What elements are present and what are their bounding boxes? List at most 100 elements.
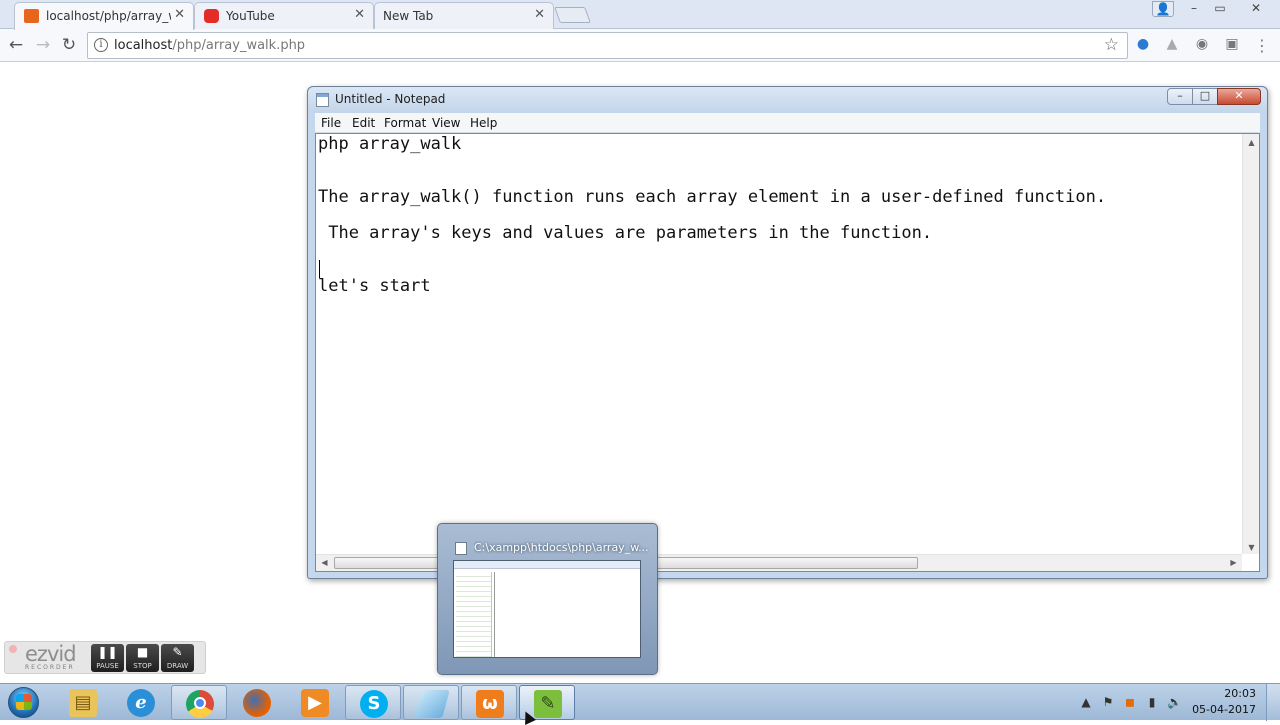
notepad-plus-plus-icon: ✎ bbox=[534, 690, 562, 718]
draw-label: DRAW bbox=[166, 662, 189, 670]
scroll-down-arrow-icon[interactable]: ▼ bbox=[1243, 543, 1260, 552]
thumbnail-window-image[interactable] bbox=[453, 560, 641, 658]
tab-title: YouTube bbox=[226, 9, 275, 23]
thumbnail-title: C:\xampp\htdocs\php\array_w... bbox=[474, 541, 649, 554]
ezvid-recorder-widget: ezvid RECORDER ❚❚ PAUSE ■ STOP ✎ DRAW bbox=[4, 641, 206, 674]
scroll-up-arrow-icon[interactable]: ▲ bbox=[1243, 138, 1260, 147]
info-icon[interactable]: i bbox=[94, 38, 108, 52]
menu-format[interactable]: Format bbox=[384, 116, 426, 130]
thumbnail-divider bbox=[494, 572, 495, 657]
windows-taskbar: ▤ e ▶ S ω ✎ ▲ ⚑ ◼ ▮ 🔈 20:03 05-04-2017 bbox=[0, 683, 1280, 721]
user-profile-icon[interactable]: 👤 bbox=[1152, 1, 1174, 17]
firefox-icon bbox=[243, 689, 271, 717]
bookmark-star-icon[interactable]: ☆ bbox=[1104, 35, 1119, 55]
draw-pencil-icon: ✎ bbox=[172, 645, 183, 659]
taskbar-item-firefox[interactable] bbox=[229, 685, 285, 720]
menu-view[interactable]: View bbox=[432, 116, 460, 130]
reload-button[interactable]: ↻ bbox=[59, 35, 79, 55]
tab-close-icon[interactable]: ✕ bbox=[534, 7, 545, 22]
pause-icon: ❚❚ bbox=[97, 645, 118, 659]
chrome-close-button[interactable]: ✕ bbox=[1245, 1, 1267, 17]
notepad-maximize-button[interactable]: □ bbox=[1192, 88, 1218, 105]
tab-title: localhost/php/array_walk bbox=[46, 9, 171, 23]
show-hidden-icons-icon[interactable]: ▲ bbox=[1079, 695, 1093, 709]
back-button[interactable]: ← bbox=[6, 35, 26, 55]
windows-logo-icon bbox=[16, 694, 32, 710]
scroll-right-arrow-icon[interactable]: ▶ bbox=[1225, 558, 1242, 567]
taskbar-item-internet-explorer[interactable]: e bbox=[113, 685, 169, 720]
tab-close-icon[interactable]: ✕ bbox=[354, 7, 365, 22]
extension-drive-icon[interactable]: ▲ bbox=[1163, 36, 1181, 54]
stop-label: STOP bbox=[133, 662, 152, 670]
taskbar-thumbnail-preview[interactable]: C:\xampp\htdocs\php\array_w... bbox=[437, 523, 658, 675]
chrome-menu-icon[interactable]: ⋮ bbox=[1253, 36, 1271, 55]
notepad-app-icon bbox=[316, 93, 329, 107]
start-button[interactable] bbox=[5, 684, 43, 721]
notepad-title: Untitled - Notepad bbox=[335, 92, 446, 106]
thumbnail-file-tree bbox=[456, 572, 492, 657]
clock-date[interactable]: 05-04-2017 bbox=[1192, 703, 1256, 716]
menu-help[interactable]: Help bbox=[470, 116, 497, 130]
tab-array-walk[interactable]: localhost/php/array_walk ✕ bbox=[14, 2, 194, 30]
record-indicator-icon bbox=[9, 645, 17, 653]
pause-button[interactable]: ❚❚ PAUSE bbox=[91, 644, 124, 672]
pause-label: PAUSE bbox=[96, 662, 119, 670]
extension-box-icon[interactable]: ▣ bbox=[1223, 36, 1241, 54]
chrome-icon bbox=[186, 690, 214, 718]
xampp-favicon-icon bbox=[24, 9, 39, 23]
text-line: The array's keys and values are paramete… bbox=[318, 223, 933, 243]
youtube-favicon-icon bbox=[204, 9, 219, 23]
text-line: The array_walk() function runs each arra… bbox=[318, 187, 1107, 207]
stop-button[interactable]: ■ STOP bbox=[126, 644, 159, 672]
notepad-plus-plus-icon bbox=[455, 542, 467, 555]
extension-globe-icon[interactable]: ● bbox=[1134, 36, 1152, 54]
tab-title: New Tab bbox=[383, 9, 434, 23]
url-text: localhost/php/array_walk.php bbox=[114, 38, 305, 53]
taskbar-item-media-player[interactable]: ▶ bbox=[287, 685, 343, 720]
taskbar-item-skype[interactable]: S bbox=[345, 685, 401, 720]
clock-time[interactable]: 20:03 bbox=[1224, 687, 1256, 700]
extension-camera-icon[interactable]: ◉ bbox=[1193, 36, 1211, 54]
office-icon[interactable]: ◼ bbox=[1123, 695, 1137, 709]
ezvid-logo: ezvid bbox=[25, 642, 77, 666]
chrome-maximize-button[interactable]: ▭ bbox=[1210, 1, 1230, 17]
browser-toolbar: ← → ↻ i localhost/php/array_walk.php ☆ ●… bbox=[0, 29, 1280, 62]
notepad-text-area[interactable]: php array_walk The array_walk() function… bbox=[315, 133, 1260, 572]
notepad-title-bar[interactable]: Untitled - Notepad – □ ✕ bbox=[308, 87, 1267, 113]
chrome-minimize-button[interactable]: – bbox=[1184, 1, 1204, 17]
forward-button[interactable]: → bbox=[33, 35, 53, 55]
notepad-content[interactable]: php array_walk The array_walk() function… bbox=[318, 134, 1238, 552]
browser-tab-strip: localhost/php/array_walk ✕ YouTube ✕ New… bbox=[0, 0, 1280, 30]
stop-icon: ■ bbox=[136, 645, 149, 659]
volume-icon[interactable]: 🔈 bbox=[1167, 695, 1182, 709]
new-tab-button[interactable] bbox=[554, 7, 591, 23]
notepad-menu-bar: File Edit Format View Help bbox=[315, 113, 1260, 133]
taskbar-item-xampp[interactable]: ω bbox=[461, 685, 517, 720]
action-center-icon[interactable]: ⚑ bbox=[1101, 695, 1115, 709]
network-signal-icon[interactable]: ▮ bbox=[1145, 695, 1159, 709]
draw-button[interactable]: ✎ DRAW bbox=[161, 644, 194, 672]
taskbar-item-explorer[interactable]: ▤ bbox=[55, 685, 111, 720]
scroll-left-arrow-icon[interactable]: ◀ bbox=[316, 558, 333, 567]
url-host: localhost bbox=[114, 38, 173, 53]
tab-close-icon[interactable]: ✕ bbox=[174, 7, 185, 22]
address-bar[interactable]: i localhost/php/array_walk.php ☆ bbox=[87, 32, 1128, 59]
notepad-close-button[interactable]: ✕ bbox=[1217, 88, 1261, 105]
ezvid-subtitle: RECORDER bbox=[25, 664, 75, 671]
vertical-scrollbar[interactable]: ▲ ▼ bbox=[1242, 134, 1259, 554]
taskbar-item-chrome[interactable] bbox=[171, 685, 227, 720]
notepad-window: Untitled - Notepad – □ ✕ File Edit Forma… bbox=[307, 86, 1268, 579]
menu-edit[interactable]: Edit bbox=[352, 116, 375, 130]
tab-new-tab[interactable]: New Tab ✕ bbox=[374, 2, 554, 29]
text-line: php array_walk bbox=[318, 134, 462, 154]
show-desktop-button[interactable] bbox=[1266, 684, 1280, 721]
url-path: /php/array_walk.php bbox=[172, 38, 306, 53]
ie-icon: e bbox=[127, 689, 155, 717]
menu-file[interactable]: File bbox=[321, 116, 341, 130]
taskbar-item-notepad[interactable] bbox=[403, 685, 459, 720]
system-tray: ▲ ⚑ ◼ ▮ 🔈 20:03 05-04-2017 bbox=[1075, 684, 1280, 721]
notepad-minimize-button[interactable]: – bbox=[1167, 88, 1193, 105]
media-player-icon: ▶ bbox=[301, 689, 329, 717]
tab-youtube[interactable]: YouTube ✕ bbox=[194, 2, 374, 29]
thumbnail-toolbar bbox=[454, 561, 640, 569]
